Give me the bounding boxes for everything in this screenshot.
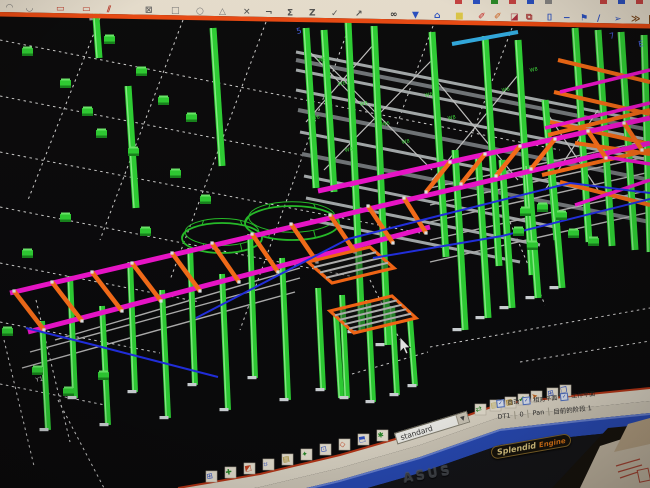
freehand-icon[interactable]: ◠: [6, 3, 13, 13]
box-x-icon[interactable]: ⊠: [145, 6, 153, 16]
monitor-photo: 57EY1W8W6W8W6W8W6W8W6W8W6W8◠◡▭▭⫽⊠□○△✕¬ΣZ…: [0, 0, 650, 488]
delete-icon[interactable]: ✕: [243, 7, 251, 17]
filter-funnel-icon[interactable]: ▼: [412, 11, 419, 21]
red-plate-icon[interactable]: ▭: [56, 4, 65, 14]
red-corner-icon[interactable]: ◪: [510, 12, 519, 22]
layers-icon[interactable]: ⧉: [526, 13, 533, 23]
toolbar-chip-icon[interactable]: [545, 0, 552, 4]
toolbar-chip-icon[interactable]: [618, 0, 625, 4]
blue-dash-icon[interactable]: −: [563, 13, 571, 23]
snap-auto-label: 自动: [507, 397, 520, 407]
toolbar-chip-icon[interactable]: [509, 0, 516, 4]
toolbar-chip-icon[interactable]: [473, 0, 480, 4]
home-view-icon[interactable]: ⌂: [434, 11, 441, 21]
mark-tool-icon[interactable]: ❙: [646, 15, 650, 25]
zigzag-icon[interactable]: Z: [309, 9, 316, 19]
blue-bracket-icon[interactable]: ⌷: [547, 13, 552, 23]
toolbar-chip-icon[interactable]: [527, 0, 534, 4]
toolbar-chip-icon[interactable]: [636, 0, 643, 4]
check-icon[interactable]: ✓: [331, 9, 339, 19]
chevron-down-icon[interactable]: ▼: [455, 412, 468, 425]
status-field-zero: 0: [519, 410, 524, 418]
arrow-ne-icon[interactable]: ↗: [355, 10, 363, 20]
triangle-tool-icon[interactable]: △: [219, 7, 226, 17]
corner-tool-icon[interactable]: ¬: [265, 8, 273, 18]
toolbar-chip-icon[interactable]: [455, 0, 462, 4]
checkbox-checked-icon[interactable]: ✓: [522, 396, 531, 405]
sum-icon[interactable]: Σ: [287, 8, 293, 18]
checkbox-checked-icon[interactable]: ✓: [560, 392, 569, 401]
binoculars-icon[interactable]: ∞: [390, 10, 398, 20]
blue-arrow-icon[interactable]: ➢: [614, 14, 622, 24]
orange-pen-icon[interactable]: ✐: [494, 12, 502, 22]
red-pen-icon[interactable]: ✐: [478, 12, 486, 22]
curve-icon[interactable]: ◡: [26, 3, 33, 13]
status-field-pan: Pan: [532, 408, 545, 417]
toolbar-chip-icon[interactable]: [491, 0, 498, 4]
checkbox-checked-icon[interactable]: ✓: [496, 399, 505, 408]
toolbar-chip-icon[interactable]: [600, 0, 607, 4]
rect-tool-icon[interactable]: □: [171, 6, 180, 16]
dim-tool-icon[interactable]: ≫: [631, 15, 640, 25]
blue-flag-icon[interactable]: ⚑: [580, 14, 588, 24]
status-field-dt1: DT1: [497, 412, 511, 421]
red-panel-icon[interactable]: ▭: [82, 5, 91, 15]
yellow-page-icon[interactable]: ■: [455, 11, 464, 21]
circle-tool-icon[interactable]: ○: [196, 7, 204, 17]
